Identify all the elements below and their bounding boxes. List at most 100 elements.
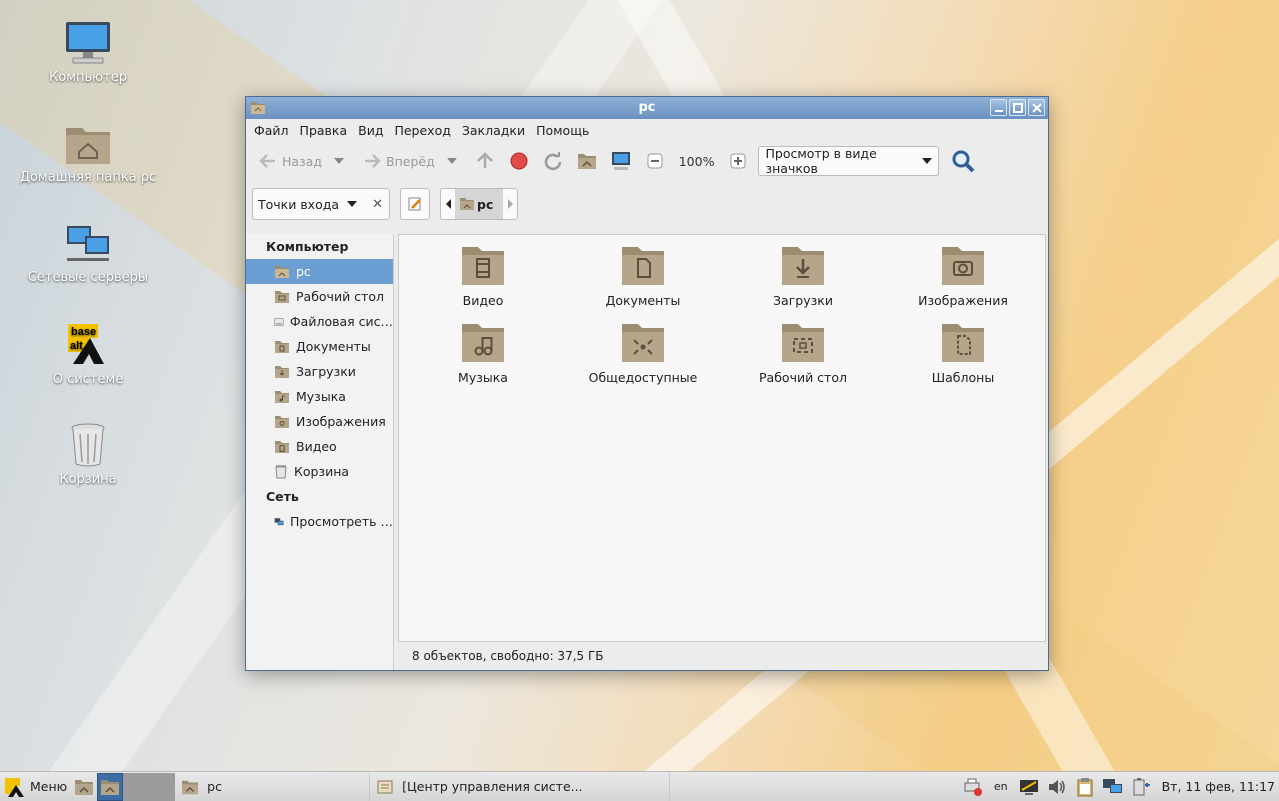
taskbar: Меню pc [Центр управления систе... en Вт… [0,771,1279,801]
folder-templates[interactable]: Шаблоны [883,322,1043,385]
zoom-in-button[interactable] [724,147,752,175]
start-menu-button[interactable]: Меню [0,772,71,801]
desktop-icon-label: Компьютер [49,70,127,85]
sidebar-item-browse-network[interactable]: Просмотреть … [246,509,393,534]
path-scroll-right[interactable] [503,199,517,209]
sidebar-item-label: Просмотреть … [290,514,393,529]
clock[interactable]: Вт, 11 фев, 11:17 [1162,779,1275,794]
main-toolbar: Назад Вперёд 100% Просмотр в виде значко… [246,141,1048,181]
sidebar-item-video[interactable]: Видео [246,434,393,459]
menu-help[interactable]: Помощь [532,123,593,138]
battery-plug-icon [1133,777,1150,795]
folder-public[interactable]: Общедоступные [563,322,723,385]
path-bar: pc [440,188,518,220]
folder-label: Общедоступные [588,370,698,385]
home-folder-icon [275,265,289,278]
view-mode-select[interactable]: Просмотр в виде значков [758,146,940,176]
menu-bar: Файл Правка Вид Переход Закладки Помощь [246,119,1048,141]
up-arrow-icon [476,152,493,168]
pictures-folder-icon [275,415,289,428]
sidebar-item-label: pc [296,264,311,279]
forward-button[interactable]: Вперёд [358,147,439,175]
search-button[interactable] [949,147,977,175]
forward-history-dropdown[interactable] [445,158,459,164]
clipboard-tray-button[interactable] [1074,776,1096,798]
location-bar: Точки входа ✕ pc [246,181,1048,227]
sidebar-item-label: Файловая сис… [289,314,393,329]
display-icon [1019,779,1038,795]
folder-documents[interactable]: Документы [563,245,723,308]
close-button[interactable] [1028,99,1045,116]
up-button[interactable] [471,147,499,175]
desktop-icon-about[interactable]: base alt О системе [8,322,168,387]
edit-location-button[interactable] [400,188,430,220]
folder-label: Видео [462,293,504,308]
sidebar-item-trash[interactable]: Корзина [246,459,393,484]
sidebar-item-pictures[interactable]: Изображения [246,409,393,434]
maximize-icon [1012,102,1023,113]
close-pane-icon[interactable]: ✕ [372,197,383,212]
folder-label: Загрузки [773,293,833,308]
power-tray-button[interactable] [1130,776,1152,798]
menu-bookmarks[interactable]: Закладки [458,123,529,138]
back-button[interactable]: Назад [254,147,326,175]
workspace-switcher[interactable] [123,772,176,801]
volume-tray-button[interactable] [1046,776,1068,798]
sidebar-item-downloads[interactable]: Загрузки [246,359,393,384]
trash-icon [275,465,287,479]
taskbar-task-control-center[interactable]: [Центр управления систе... [370,772,671,801]
forward-label: Вперёд [386,153,435,169]
desktop-icon-trash[interactable]: Корзина [8,422,168,487]
path-scroll-left[interactable] [441,199,455,209]
maximize-button[interactable] [1009,99,1026,116]
network-icon [67,226,109,261]
window-titlebar[interactable]: pc [246,97,1048,119]
home-button[interactable] [573,147,601,175]
stop-button[interactable] [505,147,533,175]
reload-button[interactable] [539,147,567,175]
home-folder-icon [75,779,94,795]
folder-desktop[interactable]: Рабочий стол [723,322,883,385]
downloads-folder-icon [275,365,289,378]
folder-pictures[interactable]: Изображения [883,245,1043,308]
sidebar-item-pc[interactable]: pc [246,259,393,284]
icon-view[interactable]: Видео Документы Загрузки Изображения Муз… [398,234,1046,642]
folder-downloads[interactable]: Загрузки [723,245,883,308]
sidebar-item-desktop[interactable]: Рабочий стол [246,284,393,309]
sidebar-item-filesystem[interactable]: Файловая сис… [246,309,393,334]
zoom-out-button[interactable] [641,147,669,175]
desktop-icon-label: Корзина [59,472,117,487]
taskbar-task-pc[interactable]: pc [175,772,371,801]
quicklaunch-show-desktop[interactable] [97,772,124,801]
menu-file[interactable]: Файл [250,123,293,138]
network-icon [1102,778,1122,793]
chevron-down-icon [922,158,933,164]
keyboard-layout-indicator[interactable]: en [990,780,1012,793]
places-select[interactable]: Точки входа ✕ [252,188,390,220]
desktop-icon-computer[interactable]: Компьютер [8,20,168,85]
menu-go[interactable]: Переход [390,123,454,138]
computer-button[interactable] [607,147,635,175]
sidebar-item-music[interactable]: Музыка [246,384,393,409]
menu-edit[interactable]: Правка [296,123,352,138]
menu-view[interactable]: Вид [354,123,387,138]
folder-video[interactable]: Видео [403,245,563,308]
quicklaunch-home[interactable] [71,773,97,801]
desktop-folder-icon [782,324,824,362]
screen-tray-button[interactable] [1018,776,1040,798]
desktop-icon-network[interactable]: Сетевые серверы [8,222,168,285]
zoom-level: 100% [678,153,715,169]
network-tray-button[interactable] [1102,776,1124,798]
printer-tray-button[interactable] [962,776,984,798]
path-crumb-pc[interactable]: pc [455,189,503,219]
templates-folder-icon [942,324,984,362]
back-label: Назад [282,153,323,169]
desktop-icon-home[interactable]: Домашняя папка pc [8,122,168,185]
folder-music[interactable]: Музыка [403,322,563,385]
forward-arrow-icon [365,154,381,168]
minimize-button[interactable] [990,99,1007,116]
path-crumb-label: pc [477,196,494,212]
sidebar-item-documents[interactable]: Документы [246,334,393,359]
back-history-dropdown[interactable] [332,158,346,164]
places-sidebar: Компьютер pc Рабочий стол Файловая сис… … [246,234,394,670]
